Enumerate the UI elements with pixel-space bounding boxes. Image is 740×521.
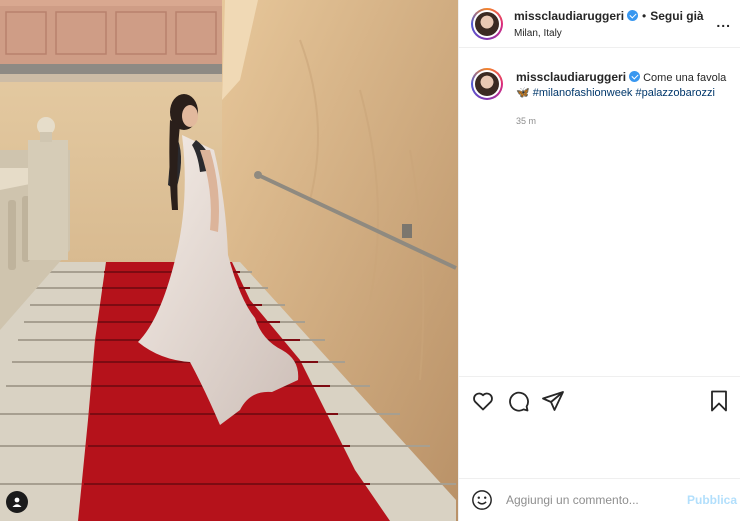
post-header: missclaudiaruggeri • Segui già Milan, Ital… [459, 0, 740, 48]
header-user-line: missclaudiaruggeri • Segui già [514, 9, 704, 23]
more-options-icon[interactable]: ... [716, 14, 731, 30]
hashtag-link[interactable]: #palazzobarozzi [636, 87, 716, 99]
avatar[interactable] [471, 8, 503, 40]
add-comment-bar: Pubblica [459, 478, 740, 521]
action-bar [459, 376, 740, 422]
verified-badge-icon [629, 71, 641, 82]
comment-icon[interactable] [506, 389, 530, 413]
post-timestamp[interactable]: 35 m [516, 116, 536, 126]
butterfly-emoji-icon: 🦋 [516, 87, 530, 99]
heart-icon[interactable] [471, 389, 495, 413]
post-side-panel: missclaudiaruggeri • Segui già Milan, Ital… [458, 0, 740, 521]
publish-button[interactable]: Pubblica [687, 493, 737, 507]
separator-dot: • [642, 9, 647, 23]
comment-input[interactable] [506, 489, 676, 511]
caption-username-link[interactable]: missclaudiaruggeri [516, 70, 626, 84]
username-link[interactable]: missclaudiaruggeri [514, 9, 624, 23]
bookmark-icon[interactable] [707, 389, 731, 413]
location-link[interactable]: Milan, Italy [514, 28, 562, 39]
verified-badge-icon [627, 10, 639, 21]
follow-button[interactable]: Segui già [650, 9, 703, 23]
avatar[interactable] [471, 68, 503, 100]
hashtag-link[interactable]: #milanofashionweek [533, 87, 633, 99]
paper-plane-icon[interactable] [541, 389, 565, 413]
smiley-icon[interactable] [471, 489, 493, 511]
staircase-image [0, 0, 458, 521]
caption-text: Come una favola [643, 72, 727, 84]
caption: missclaudiaruggeri Come una favola 🦋 #mi… [516, 70, 738, 101]
post-photo[interactable] [0, 0, 458, 521]
user-tag-icon[interactable] [6, 491, 28, 513]
